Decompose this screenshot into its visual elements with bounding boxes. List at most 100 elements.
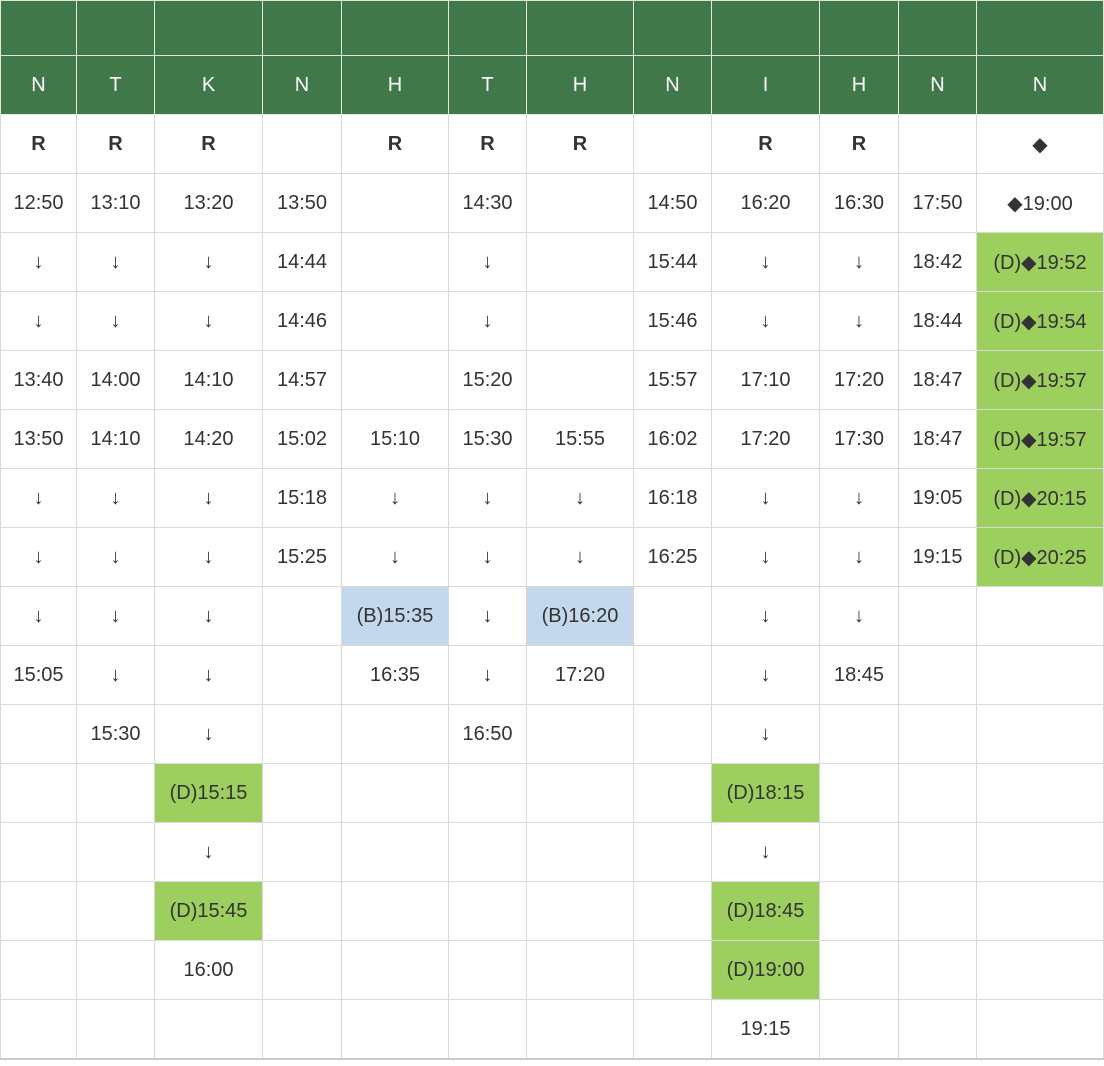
pass-through-arrow: ↓ — [819, 586, 899, 646]
pass-through-arrow: ↓ — [154, 704, 263, 764]
pass-through-arrow: ↓ — [448, 232, 527, 292]
empty-cell — [341, 232, 449, 292]
time-cell: (B)16:20 — [526, 586, 634, 646]
pass-through-arrow: ↓ — [526, 527, 634, 587]
empty-cell — [448, 999, 527, 1060]
diamond-marker: ◆ — [976, 114, 1104, 174]
empty-cell — [448, 940, 527, 1000]
empty-cell — [262, 704, 342, 764]
time-cell: 19:15 — [711, 999, 820, 1060]
empty-cell — [341, 173, 449, 233]
pass-through-arrow: ↓ — [76, 586, 155, 646]
pass-through-arrow: ↓ — [0, 291, 77, 351]
time-cell: 16:00 — [154, 940, 263, 1000]
empty-cell — [819, 763, 899, 823]
pass-through-arrow: ↓ — [448, 527, 527, 587]
time-cell: 15:10 — [341, 409, 449, 469]
time-cell: 14:00 — [76, 350, 155, 410]
time-cell: 18:47 — [898, 409, 977, 469]
empty-cell — [633, 114, 712, 174]
header-spacer-cell — [448, 0, 527, 56]
time-cell: 16:20 — [711, 173, 820, 233]
time-cell: 17:50 — [898, 173, 977, 233]
time-cell: 16:35 — [341, 645, 449, 705]
time-cell: 15:02 — [262, 409, 342, 469]
column-header: N — [0, 55, 77, 115]
header-spacer-cell — [262, 0, 342, 56]
header-spacer-cell — [898, 0, 977, 56]
empty-cell — [976, 999, 1104, 1060]
empty-cell — [0, 763, 77, 823]
empty-cell — [898, 586, 977, 646]
time-cell: 14:10 — [76, 409, 155, 469]
time-cell: 15:18 — [262, 468, 342, 528]
empty-cell — [898, 763, 977, 823]
header-spacer-cell — [976, 0, 1104, 56]
time-cell: 15:30 — [448, 409, 527, 469]
column-header: N — [976, 55, 1104, 115]
pass-through-arrow: ↓ — [0, 527, 77, 587]
pass-through-arrow: ↓ — [0, 586, 77, 646]
pass-through-arrow: ↓ — [154, 232, 263, 292]
reservation-marker: R — [154, 114, 263, 174]
time-cell: 17:10 — [711, 350, 820, 410]
empty-cell — [819, 881, 899, 941]
time-cell: (D)◆19:54 — [976, 291, 1104, 351]
column-header: H — [819, 55, 899, 115]
empty-cell — [76, 940, 155, 1000]
time-cell: 16:18 — [633, 468, 712, 528]
timetable-row: (D)15:45 (D)18:45 — [0, 881, 1104, 941]
pass-through-arrow: ↓ — [448, 291, 527, 351]
time-cell: ◆19:00 — [976, 173, 1104, 233]
empty-cell — [633, 763, 712, 823]
timetable-row: ↓ ↓ ↓ 15:25 ↓ ↓ ↓ 16:25 ↓ ↓ 19:15 (D)◆20:25 — [0, 527, 1104, 587]
pass-through-arrow: ↓ — [711, 527, 820, 587]
time-cell: (D)◆20:25 — [976, 527, 1104, 587]
pass-through-arrow: ↓ — [711, 645, 820, 705]
empty-cell — [633, 822, 712, 882]
header-spacer-cell — [76, 0, 155, 56]
empty-cell — [76, 763, 155, 823]
header-spacer-cell — [154, 0, 263, 56]
pass-through-arrow: ↓ — [711, 704, 820, 764]
column-header: T — [76, 55, 155, 115]
time-cell: (B)15:35 — [341, 586, 449, 646]
empty-cell — [448, 881, 527, 941]
time-cell: 17:20 — [526, 645, 634, 705]
empty-cell — [976, 586, 1104, 646]
time-cell: (D)◆19:52 — [976, 232, 1104, 292]
column-header: N — [633, 55, 712, 115]
empty-cell — [976, 763, 1104, 823]
pass-through-arrow: ↓ — [448, 468, 527, 528]
pass-through-arrow: ↓ — [0, 468, 77, 528]
empty-cell — [898, 881, 977, 941]
empty-cell — [898, 940, 977, 1000]
empty-cell — [341, 704, 449, 764]
pass-through-arrow: ↓ — [711, 586, 820, 646]
time-cell: 15:25 — [262, 527, 342, 587]
empty-cell — [262, 881, 342, 941]
timetable-row: ↓ ↓ ↓ 15:18 ↓ ↓ ↓ 16:18 ↓ ↓ 19:05 (D)◆20:15 — [0, 468, 1104, 528]
empty-cell — [0, 940, 77, 1000]
time-cell: (D)18:15 — [711, 763, 820, 823]
timetable-row: ↓ ↓ ↓ 14:44 ↓ 15:44 ↓ ↓ 18:42 (D)◆19:52 — [0, 232, 1104, 292]
empty-cell — [898, 645, 977, 705]
time-cell: (D)◆19:57 — [976, 350, 1104, 410]
time-cell: 13:40 — [0, 350, 77, 410]
empty-cell — [898, 114, 977, 174]
header-spacer-cell — [633, 0, 712, 56]
empty-cell — [898, 704, 977, 764]
empty-cell — [526, 763, 634, 823]
reservation-marker: R — [341, 114, 449, 174]
pass-through-arrow: ↓ — [154, 468, 263, 528]
empty-cell — [76, 822, 155, 882]
pass-through-arrow: ↓ — [341, 468, 449, 528]
timetable-row: 19:15 — [0, 999, 1104, 1060]
empty-cell — [262, 645, 342, 705]
empty-cell — [633, 586, 712, 646]
empty-cell — [262, 763, 342, 823]
time-cell: 15:20 — [448, 350, 527, 410]
time-cell: 16:30 — [819, 173, 899, 233]
timetable-body: N T K N H T H N I H N N R R R R R R R R ◆ 12:50 13:10 13:20 13:5… — [0, 0, 1104, 1060]
time-cell: 16:50 — [448, 704, 527, 764]
